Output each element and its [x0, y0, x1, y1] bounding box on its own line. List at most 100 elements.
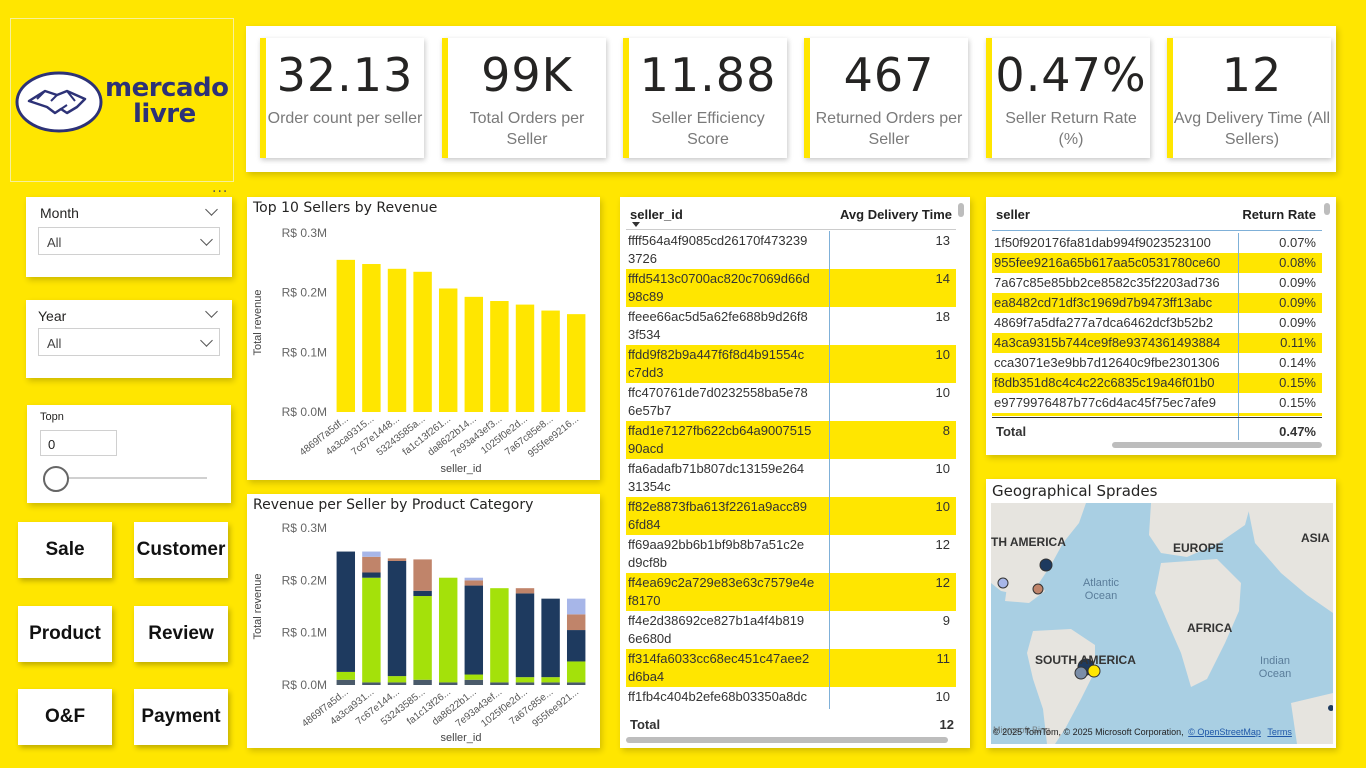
value-cell: 0.15% [1279, 375, 1316, 390]
bar-segment [387, 558, 407, 561]
kpi-value: 11.88 [639, 48, 777, 102]
return-table-body: 1f50f920176fa81dab994f9023523100 0.07% 955… [986, 233, 1336, 416]
table-row[interactable]: 4869f7a5dfa277a7dca6462dcf3b52b2 0.09% [992, 313, 1322, 333]
seller-id-cell: ffeee66ac5d5a62fe688b9d26f8 3f534 [628, 309, 808, 342]
top-sellers-chart: Top 10 Sellers by Revenue R$ 0.0M R$ 0.1M… [247, 197, 600, 480]
topn-slider-track[interactable] [57, 477, 207, 479]
kpi-label: Order count per seller [267, 110, 423, 127]
kpi-card-return-rate: 0.47% Seller Return Rate (%) [986, 38, 1150, 158]
bar-segment [541, 677, 560, 683]
location-bubble[interactable] [1032, 583, 1044, 595]
seller-id-cell: ffa6adafb71b807dc13159e264 31354c [628, 461, 805, 494]
value-cell: 0.17% [1279, 414, 1316, 416]
map-label-asia: ASIA [1301, 531, 1330, 545]
table-row[interactable]: ffad1e7127fb622cb64a9007515 90acd 8 [626, 421, 956, 459]
bar-segment [464, 674, 484, 680]
kpi-card-returned-orders: 467 Returned Orders per Seller [804, 38, 968, 158]
bar-segment [387, 676, 407, 683]
location-bubble[interactable] [1039, 558, 1053, 572]
kpi-value: 32.13 [276, 48, 414, 102]
horizontal-scrollbar[interactable] [1112, 442, 1322, 448]
customer-button[interactable]: Customer [134, 522, 228, 578]
chevron-down-icon[interactable] [200, 233, 213, 246]
table-row[interactable]: ffff564a4f9085cd26170f473239 3726 13 [626, 231, 956, 269]
table-row[interactable]: cca3071e3e9bb7d12640c9fbe2301306 0.14% [992, 353, 1322, 373]
chevron-down-icon[interactable] [205, 305, 218, 318]
table-row[interactable]: 1f50f920176fa81dab994f9023523100 0.07% [992, 233, 1322, 253]
chevron-down-icon[interactable] [205, 203, 218, 216]
col-header-seller-id[interactable]: seller_id [630, 207, 683, 222]
bar-segment [566, 630, 586, 662]
table-row[interactable]: ff1fb4c404b2efe68b03350a8dc 24122 10 [626, 687, 956, 709]
y-tick-label: R$ 0.0M [282, 405, 327, 419]
table-row[interactable]: ff69aa92bb6b1bf9b8b7a51c2e d9cf8b 12 [626, 535, 956, 573]
year-slicer-title: Year [38, 308, 67, 324]
table-row[interactable]: 7a67c85e85bb2ce8582c35f2203ad736 0.09% [992, 273, 1322, 293]
bar-segment [541, 682, 560, 685]
vertical-scrollbar[interactable] [1324, 203, 1330, 215]
of-button[interactable]: O&F [18, 689, 112, 745]
bar-segment [413, 559, 432, 591]
payment-button[interactable]: Payment [134, 689, 228, 745]
table-row[interactable]: 955fee9216a65b617aa5c0531780ce60 0.08% [992, 253, 1322, 273]
table-row[interactable]: fffd5413c0700ac820c7069d66d 98c89 14 [626, 269, 956, 307]
year-slicer[interactable]: Year All [26, 300, 232, 378]
month-slicer[interactable]: Month All [26, 197, 232, 277]
review-button[interactable]: Review [134, 606, 228, 662]
table-row[interactable]: ffa6adafb71b807dc13159e264 31354c 10 [626, 459, 956, 497]
product-button[interactable]: Product [18, 606, 112, 662]
attribution-text: © 2025 TomTom, © 2025 Microsoft Corporat… [993, 727, 1184, 737]
table-row[interactable]: ff314fa6033cc68ec451c47aee2 d6ba4 11 [626, 649, 956, 687]
topn-slider-handle[interactable] [43, 466, 69, 492]
map-canvas[interactable]: TH AMERICA EUROPE ASIA AFRICA SOUTH AMER… [991, 503, 1333, 744]
kpi-label: Avg Delivery Time (All Sellers) [1173, 110, 1331, 148]
topn-slicer[interactable]: Topn 0 [27, 405, 231, 503]
year-dropdown[interactable]: All [38, 328, 220, 356]
year-dropdown-value: All [47, 336, 62, 351]
more-options-icon[interactable]: ... [212, 181, 228, 195]
table-row[interactable]: ffeee66ac5d5a62fe688b9d26f8 3f534 18 [626, 307, 956, 345]
total-value: 12 [939, 717, 954, 732]
return-rate-table: seller Return Rate 1f50f920176fa81dab994… [986, 197, 1336, 455]
location-bubble[interactable] [997, 577, 1009, 589]
month-dropdown[interactable]: All [38, 227, 220, 255]
bar-segment [490, 588, 509, 683]
bar [362, 264, 381, 412]
bar-segment [413, 590, 432, 597]
chevron-down-icon[interactable] [200, 334, 213, 347]
table-row[interactable]: ff82e8873fba613f2261a9acc89 6fd84 10 [626, 497, 956, 535]
col-header-return-rate[interactable]: Return Rate [1242, 207, 1316, 222]
table-row[interactable]: e9779976487b77c6d4ac45f75ec7afe9 0.15% [992, 393, 1322, 413]
table-row[interactable]: fa1c13f2614d7b5c4749cbc52fecda94 0.17% [992, 413, 1322, 416]
seller-id-cell: ffc470761de7d0232558ba5e78 6e57b7 [628, 385, 808, 418]
value-cell: 0.09% [1279, 295, 1316, 310]
logo-line2: livre [133, 99, 196, 129]
x-axis-label: seller_id [441, 463, 482, 475]
bar-segment [464, 585, 484, 675]
terms-link[interactable]: Terms [1267, 727, 1292, 737]
vertical-scrollbar[interactable] [958, 203, 964, 217]
y-tick-label: R$ 0.1M [282, 345, 327, 359]
kpi-card-order-count: 32.13 Order count per seller [260, 38, 424, 158]
table-row[interactable]: ffc470761de7d0232558ba5e78 6e57b7 10 [626, 383, 956, 421]
kpi-strip: 32.13 Order count per seller 99K Total O… [246, 26, 1336, 172]
osm-link[interactable]: © OpenStreetMap [1188, 727, 1261, 737]
table-row[interactable]: ff4ea69c2a729e83e63c7579e4e f8170 12 [626, 573, 956, 611]
y-tick-label: R$ 0.3M [282, 226, 327, 240]
location-bubble[interactable] [1074, 666, 1088, 680]
horizontal-scrollbar[interactable] [626, 737, 948, 743]
sort-desc-icon[interactable] [632, 222, 640, 227]
table-row[interactable]: f8db351d8c4c4c22c6835c19a46f01b0 0.15% [992, 373, 1322, 393]
sale-button[interactable]: Sale [18, 522, 112, 578]
bar-segment [515, 588, 535, 594]
col-header-avg-delivery[interactable]: Avg Delivery Time [840, 207, 952, 222]
seller-id-cell: ff82e8873fba613f2261a9acc89 6fd84 [628, 499, 808, 532]
table-row[interactable]: 4a3ca9315b744ce9f8e9374361493884 0.11% [992, 333, 1322, 353]
table-row[interactable]: ff4e2d38692ce827b1a4f4b819 6e680d 9 [626, 611, 956, 649]
table-row[interactable]: ea8482cd71df3c1969d7b9473ff13abc 0.09% [992, 293, 1322, 313]
topn-input[interactable]: 0 [40, 430, 117, 456]
table-row[interactable]: ffdd9f82b9a447f6f8d4b91554c c7dd3 10 [626, 345, 956, 383]
value-cell: 11 [936, 651, 951, 666]
bar-segment [438, 577, 458, 683]
col-header-seller[interactable]: seller [996, 207, 1030, 222]
